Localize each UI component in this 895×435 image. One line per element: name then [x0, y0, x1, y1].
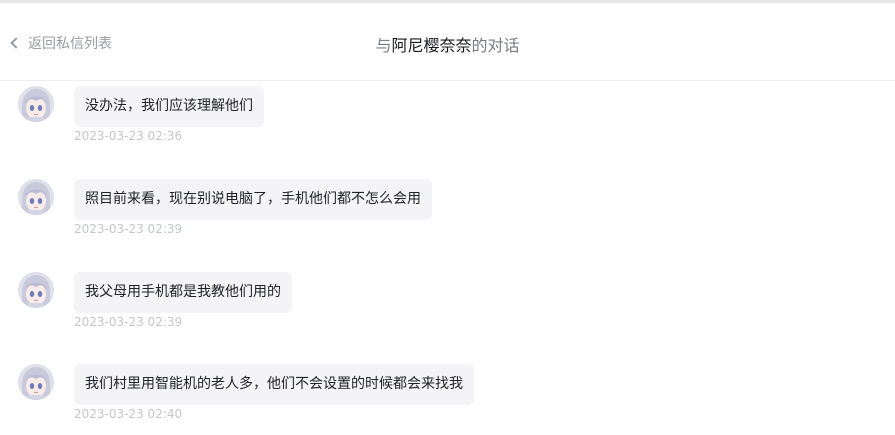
message-bubble[interactable]: 我父母用手机都是我教他们用的: [74, 272, 292, 313]
chat-window: 返回私信列表 与阿尼樱奈奈的对话 没办法，我们应该理解他们 2023-03-23…: [0, 0, 895, 435]
title-suffix: 的对话: [471, 36, 520, 55]
conversation-title: 与阿尼樱奈奈的对话: [0, 32, 895, 56]
message-bubble[interactable]: 没办法，我们应该理解他们: [74, 86, 264, 127]
message-list[interactable]: 没办法，我们应该理解他们 2023-03-23 02:36 照目前来看，现在别说…: [0, 82, 895, 435]
message-timestamp: 2023-03-23 02:40: [74, 407, 183, 421]
conversation-header: 返回私信列表 与阿尼樱奈奈的对话: [0, 3, 895, 81]
avatar[interactable]: [18, 179, 54, 215]
title-prefix: 与: [375, 36, 392, 55]
avatar[interactable]: [18, 272, 54, 308]
avatar[interactable]: [18, 86, 54, 122]
message-bubble[interactable]: 我们村里用智能机的老人多，他们不会设置的时候都会来找我: [74, 364, 474, 405]
contact-name[interactable]: 阿尼樱奈奈: [391, 36, 471, 55]
avatar[interactable]: [18, 364, 54, 400]
message-timestamp: 2023-03-23 02:36: [74, 129, 183, 143]
message-timestamp: 2023-03-23 02:39: [74, 315, 183, 329]
message-timestamp: 2023-03-23 02:39: [74, 222, 183, 236]
message-bubble[interactable]: 照目前来看，现在别说电脑了，手机他们都不怎么会用: [74, 179, 432, 220]
